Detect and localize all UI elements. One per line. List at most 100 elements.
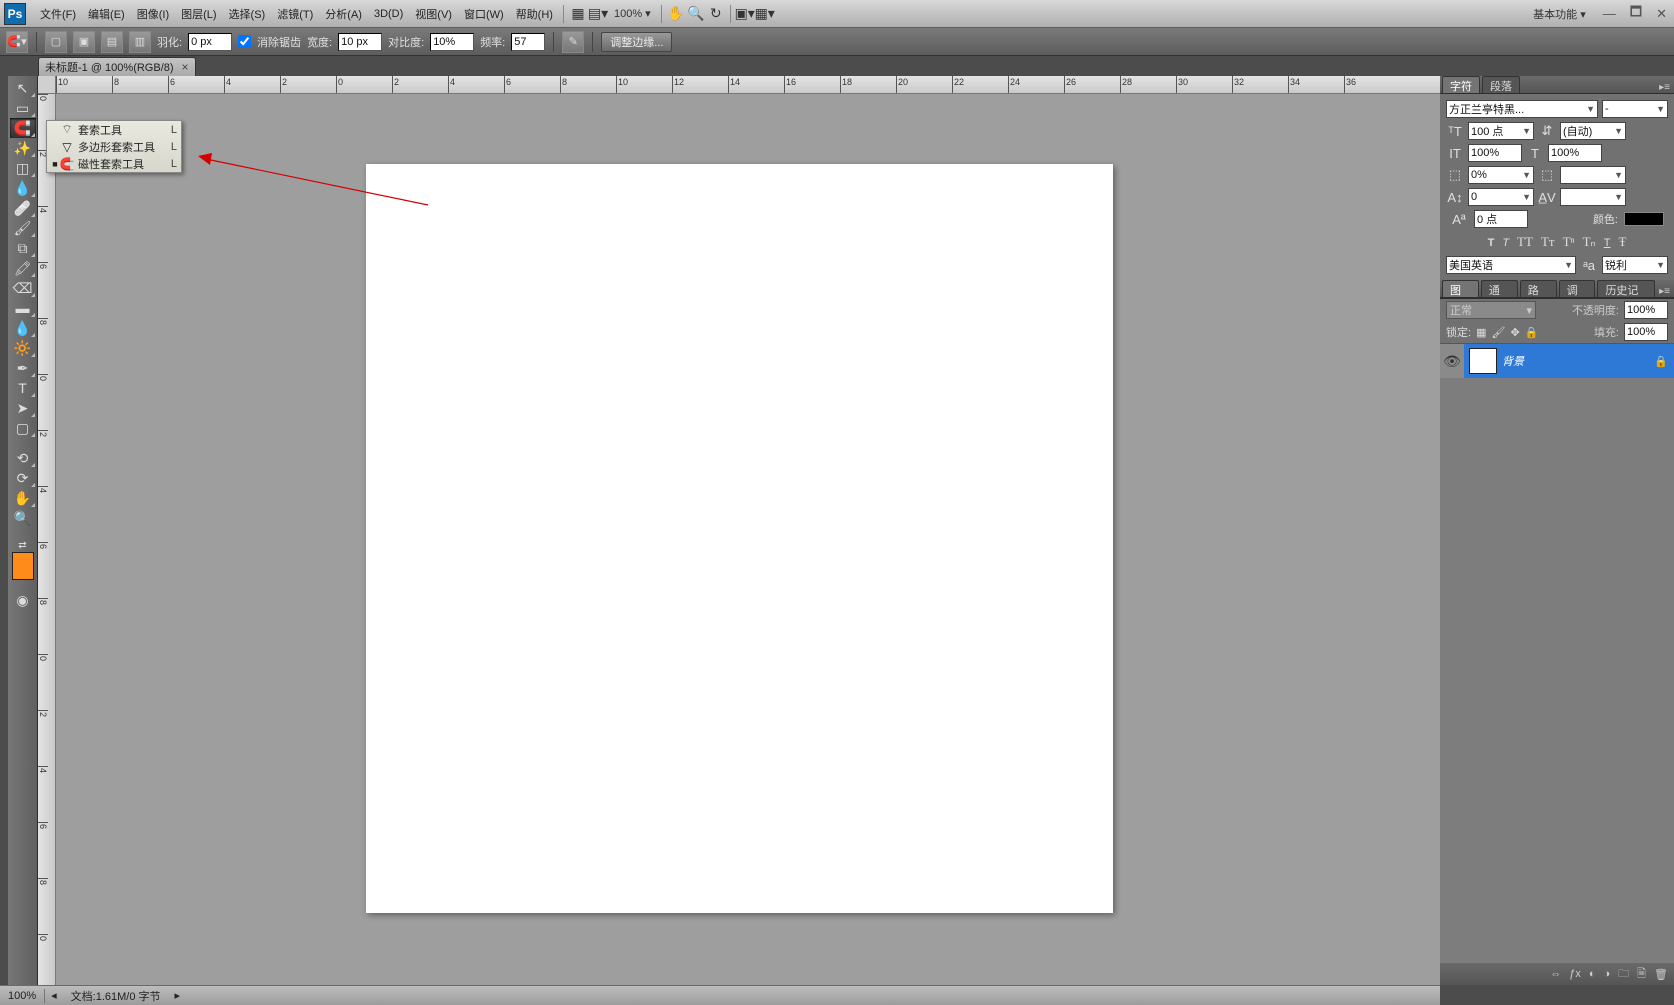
blur-tool[interactable]: 💧	[10, 318, 36, 338]
menu-edit[interactable]: 编辑(E)	[82, 1, 131, 27]
menu-image[interactable]: 图像(I)	[131, 1, 175, 27]
leading-select[interactable]: (自动)▼	[1560, 122, 1626, 140]
allcaps-icon[interactable]: TT	[1517, 234, 1533, 250]
tab-adjustments[interactable]: 调整	[1559, 280, 1596, 297]
menu-layer[interactable]: 图层(L)	[175, 1, 222, 27]
launch-bridge-icon[interactable]: ▦	[568, 4, 588, 24]
font-family-select[interactable]: 方正兰亭特黑...▼	[1446, 100, 1598, 118]
menu-analysis[interactable]: 分析(A)	[319, 1, 368, 27]
new-layer-icon[interactable]: 🗎	[1637, 965, 1646, 984]
strikethrough-icon[interactable]: Ŧ	[1618, 234, 1626, 250]
flyout-item-magnetic-lasso[interactable]: ■ 🧲 磁性套索工具 L	[47, 155, 181, 172]
dodge-tool[interactable]: 🔆	[10, 338, 36, 358]
close-tab-icon[interactable]: ×	[182, 60, 189, 74]
pen-tool[interactable]: ✒	[10, 358, 36, 378]
tab-character[interactable]: 字符	[1442, 76, 1480, 93]
contrast-input[interactable]	[430, 33, 474, 51]
italic-icon[interactable]: T	[1502, 234, 1509, 250]
delete-layer-icon[interactable]: 🗑	[1654, 968, 1668, 981]
vscale-input[interactable]	[1468, 144, 1522, 162]
bold-icon[interactable]: T	[1488, 234, 1495, 250]
layer-thumbnail[interactable]	[1469, 348, 1497, 374]
rotate-view-icon[interactable]: ↻	[706, 4, 726, 24]
3d-rotate-tool[interactable]: ⟲	[10, 448, 36, 468]
workspace-switcher[interactable]: 基本功能 ▾	[1527, 6, 1592, 22]
antialiasing-select[interactable]: 锐利▼	[1602, 256, 1668, 274]
text-color-swatch[interactable]	[1624, 212, 1664, 226]
smallcaps-icon[interactable]: Tᴛ	[1541, 234, 1555, 250]
marquee-tool[interactable]: ▭	[10, 98, 36, 118]
quick-mask-icon[interactable]: ◉	[10, 590, 36, 610]
tab-history[interactable]: 历史记录	[1597, 280, 1655, 297]
lock-transparent-icon[interactable]: ▦	[1476, 326, 1486, 339]
layer-row[interactable]: 👁 背景 🔒	[1440, 344, 1674, 378]
link-layers-icon[interactable]: ⇔	[1550, 968, 1561, 980]
hand-tool[interactable]: ✋	[10, 488, 36, 508]
status-prev-icon[interactable]: ◂	[45, 989, 63, 1002]
minimize-icon[interactable]: —	[1600, 6, 1619, 21]
group-icon[interactable]: 🗀	[1618, 965, 1629, 984]
extras-icon[interactable]: ▦▾	[755, 4, 775, 24]
font-size-select[interactable]: 100 点▼	[1468, 122, 1534, 140]
menu-window[interactable]: 窗口(W)	[458, 1, 510, 27]
baseline-select[interactable]: 0▼	[1468, 188, 1534, 206]
eyedropper-tool[interactable]: 💧	[10, 178, 36, 198]
font-style-select[interactable]: -▼	[1602, 100, 1668, 118]
vertical-ruler[interactable]: 02468024680246802	[38, 94, 56, 985]
menu-select[interactable]: 选择(S)	[223, 1, 272, 27]
screen-mode-icon[interactable]: ▣▾	[735, 4, 755, 24]
fill-input[interactable]	[1624, 323, 1668, 341]
selection-intersect-icon[interactable]: ▥	[129, 31, 151, 53]
eraser-tool[interactable]: ⌫	[10, 278, 36, 298]
healing-brush-tool[interactable]: 🩹	[10, 198, 36, 218]
maximize-icon[interactable]: 🗖	[1627, 3, 1645, 25]
type-tool[interactable]: T	[10, 378, 36, 398]
layer-name[interactable]: 背景	[1502, 353, 1654, 369]
panel-menu-icon[interactable]: ▸≡	[1655, 82, 1674, 93]
clone-stamp-tool[interactable]: ⧉	[10, 238, 36, 258]
tool-preset-icon[interactable]: 🧲▾	[6, 31, 28, 53]
history-brush-tool[interactable]: 🖍	[10, 258, 36, 278]
lock-position-icon[interactable]: ✥	[1510, 326, 1519, 339]
antialias-checkbox[interactable]	[238, 35, 251, 48]
zoom-icon[interactable]: 🔍	[686, 4, 706, 24]
brush-tool[interactable]: 🖌	[10, 218, 36, 238]
arrange-docs-icon[interactable]: ▤▾	[588, 4, 608, 24]
layer-mask-icon[interactable]: ◐	[1589, 968, 1596, 980]
layer-style-icon[interactable]: ƒx	[1569, 968, 1581, 980]
tab-layers[interactable]: 图层	[1442, 280, 1479, 297]
blend-mode-select[interactable]: 正常▾	[1446, 301, 1536, 319]
horizontal-ruler[interactable]: 108642024681012141618202224262830323436	[56, 76, 1440, 94]
panel-menu-icon[interactable]: ▸≡	[1655, 286, 1674, 297]
pen-pressure-icon[interactable]: ✎	[562, 31, 584, 53]
tab-paragraph[interactable]: 段落	[1482, 76, 1520, 93]
superscript-icon[interactable]: Tⁿ	[1563, 234, 1575, 250]
subscript-icon[interactable]: Tₙ	[1583, 234, 1596, 250]
lock-all-icon[interactable]: 🔒	[1525, 326, 1539, 339]
hscale-input[interactable]	[1548, 144, 1602, 162]
tracking-select[interactable]: 0%▼	[1468, 166, 1534, 184]
menu-3d[interactable]: 3D(D)	[368, 1, 409, 27]
shape-tool[interactable]: ▢	[10, 418, 36, 438]
crop-tool[interactable]: ◫	[10, 158, 36, 178]
lock-pixels-icon[interactable]: 🖌	[1491, 326, 1505, 339]
menu-filter[interactable]: 滤镜(T)	[271, 1, 319, 27]
refine-edge-button[interactable]: 调整边缘...	[601, 32, 672, 52]
status-docinfo[interactable]: 文档:1.61M/0 字节	[63, 988, 169, 1004]
tab-channels[interactable]: 通道	[1481, 280, 1518, 297]
adjustment-layer-icon[interactable]: ◑	[1604, 968, 1611, 980]
underline-icon[interactable]: T	[1604, 234, 1611, 250]
3d-orbit-tool[interactable]: ⟳	[10, 468, 36, 488]
magic-wand-tool[interactable]: ✨	[10, 138, 36, 158]
document-tab[interactable]: 未标题-1 @ 100%(RGB/8) ×	[38, 57, 196, 76]
status-zoom[interactable]: 100%	[0, 990, 44, 1002]
selection-new-icon[interactable]: ▢	[45, 31, 67, 53]
extra-select[interactable]: ▼	[1560, 188, 1626, 206]
lasso-tool[interactable]: 🧲	[10, 118, 36, 138]
menu-help[interactable]: 帮助(H)	[510, 1, 559, 27]
flyout-item-polygon-lasso[interactable]: ▽ 多边形套索工具 L	[47, 138, 181, 155]
selection-subtract-icon[interactable]: ▤	[101, 31, 123, 53]
baseline-shift-input[interactable]	[1474, 210, 1528, 228]
visibility-icon[interactable]: 👁	[1440, 344, 1464, 378]
frequency-input[interactable]	[511, 33, 545, 51]
